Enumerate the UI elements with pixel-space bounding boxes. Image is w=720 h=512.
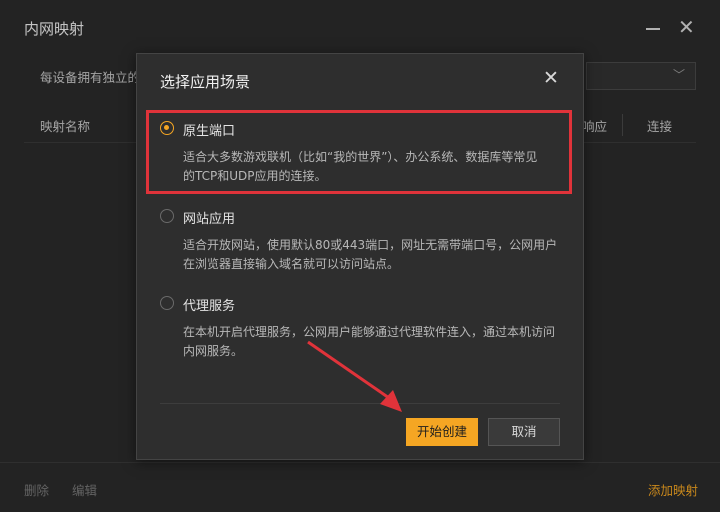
dialog-title: 选择应用场景 <box>160 73 251 91</box>
option-desc-website: 适合开放网站，使用默认80或443端口，网址无需带端口号，公网用户 在浏览器直接… <box>183 236 573 274</box>
desc-line: 在浏览器直接输入域名就可以访问站点。 <box>183 257 400 271</box>
desc-line: 内网服务。 <box>183 344 244 358</box>
option-title-website[interactable]: 网站应用 <box>183 208 235 227</box>
cancel-button[interactable]: 取消 <box>488 418 560 446</box>
desc-line: 在本机开启代理服务，公网用户能够通过代理软件连入，通过本机访问 <box>183 325 556 339</box>
highlight-box <box>146 110 572 194</box>
dialog-footer-divider <box>160 403 560 404</box>
option-title-proxy[interactable]: 代理服务 <box>183 295 235 314</box>
radio-website[interactable] <box>160 209 174 223</box>
option-desc-proxy: 在本机开启代理服务，公网用户能够通过代理软件连入，通过本机访问 内网服务。 <box>183 323 573 361</box>
radio-proxy[interactable] <box>160 296 174 310</box>
dialog-close-icon[interactable]: ✕ <box>543 66 559 90</box>
desc-line: 适合开放网站，使用默认80或443端口，网址无需带端口号，公网用户 <box>183 238 558 252</box>
start-create-button[interactable]: 开始创建 <box>406 418 478 446</box>
